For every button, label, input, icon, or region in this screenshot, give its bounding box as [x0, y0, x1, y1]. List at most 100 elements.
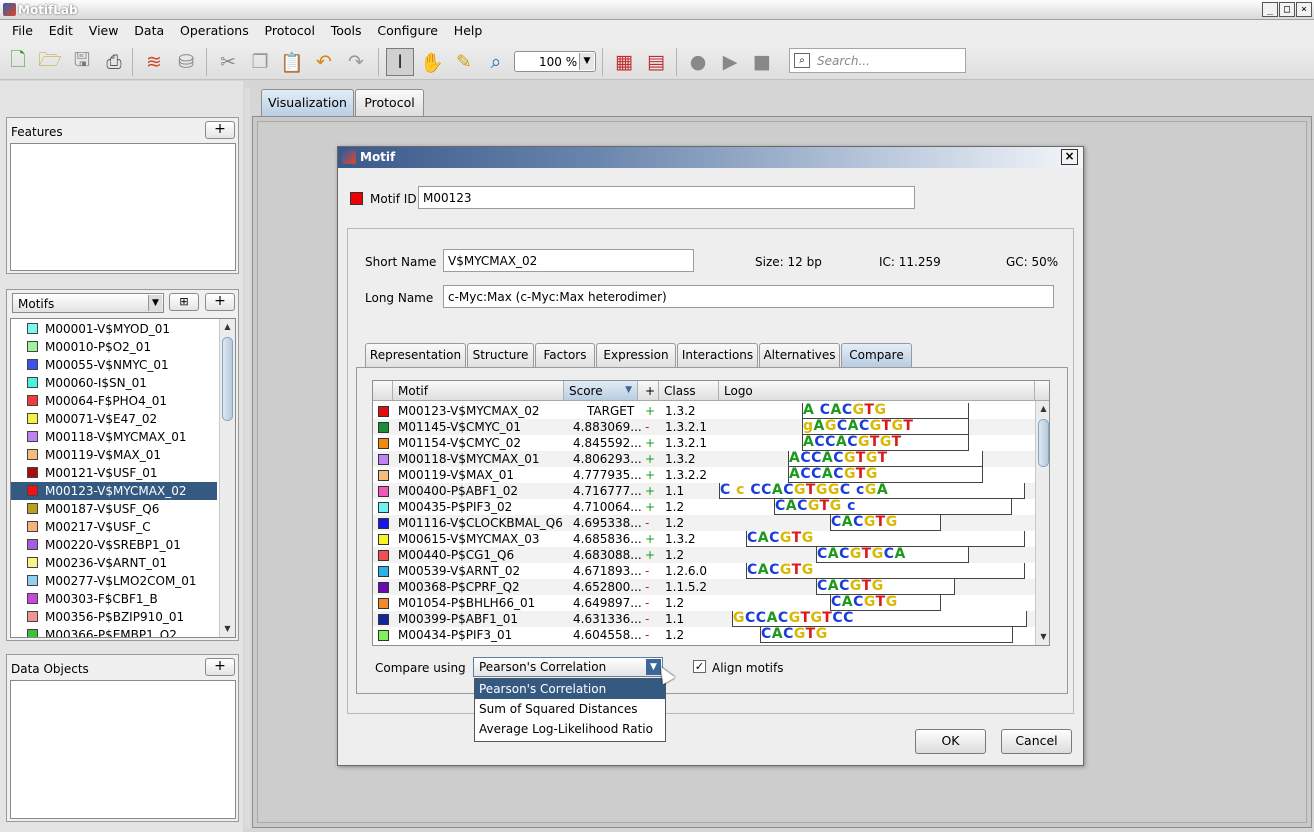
- visualization-settings-icon[interactable]: ▦: [610, 48, 638, 76]
- motif-list-item[interactable]: M00010-P$O2_01: [11, 338, 217, 356]
- motif-list-item[interactable]: M00119-V$MAX_01: [11, 446, 217, 464]
- motif-list-item[interactable]: M00123-V$MYCMAX_02: [11, 482, 217, 500]
- cut-icon[interactable]: ✂: [214, 48, 242, 76]
- pencil-tool-icon[interactable]: ✎: [450, 48, 478, 76]
- open-folder-icon[interactable]: 🗁: [36, 48, 64, 76]
- dna-icon[interactable]: ≋: [140, 48, 168, 76]
- minimize-button[interactable]: _: [1262, 2, 1278, 17]
- motifs-combo[interactable]: Motifs ▼: [12, 293, 164, 313]
- splitter[interactable]: [244, 88, 250, 828]
- option-sum-of-squared-distances[interactable]: Sum of Squared Distances: [475, 699, 665, 719]
- scroll-thumb[interactable]: [222, 337, 233, 421]
- chevron-down-icon[interactable]: ▼: [579, 53, 594, 70]
- data-objects-list[interactable]: [10, 680, 236, 819]
- add-data-object-button[interactable]: +: [205, 658, 235, 676]
- play-icon[interactable]: ▶: [716, 48, 744, 76]
- scroll-up-icon[interactable]: ▲: [1037, 402, 1049, 416]
- menu-help[interactable]: Help: [448, 20, 489, 42]
- motif-id-field[interactable]: M00123: [418, 186, 915, 209]
- table-row[interactable]: M01154-V$CMYC_02 4.845592... +1.3.2.1 ACCAC…: [373, 435, 1035, 451]
- motif-list-item[interactable]: M00220-V$SREBP1_01: [11, 536, 217, 554]
- print-icon[interactable]: ⎙: [100, 48, 128, 76]
- hand-tool-icon[interactable]: ✋: [418, 48, 446, 76]
- maximize-button[interactable]: □: [1279, 2, 1295, 17]
- motif-list-item[interactable]: M00303-F$CBF1_B: [11, 590, 217, 608]
- save-all-icon[interactable]: 🖫: [68, 48, 96, 76]
- copy-icon[interactable]: ❐: [246, 48, 274, 76]
- add-feature-button[interactable]: +: [205, 121, 235, 139]
- scroll-up-icon[interactable]: ▲: [221, 320, 234, 334]
- motif-list-item[interactable]: M00060-I$SN_01: [11, 374, 217, 392]
- undo-icon[interactable]: ↶: [310, 48, 338, 76]
- table-scrollbar[interactable]: ▲ ▼: [1035, 401, 1049, 645]
- tab-structure[interactable]: Structure: [467, 343, 534, 367]
- scroll-thumb[interactable]: [1038, 419, 1049, 467]
- motif-list-item[interactable]: M00055-V$NMYC_01: [11, 356, 217, 374]
- motif-list-item[interactable]: M00217-V$USF_C: [11, 518, 217, 536]
- add-motif-button[interactable]: +: [205, 293, 235, 311]
- score-column-header[interactable]: Score ▼: [564, 381, 638, 401]
- motif-list-item[interactable]: M00187-V$USF_Q6: [11, 500, 217, 518]
- motif-column-header[interactable]: Motif: [393, 381, 564, 401]
- zoom-select[interactable]: 100 % ▼: [514, 51, 596, 72]
- motif-list-scrollbar[interactable]: ▲ ▼: [219, 319, 235, 637]
- table-row[interactable]: M00440-P$CG1_Q6 4.683088... +1.2 CACGTGCA: [373, 547, 1035, 563]
- class-column-header[interactable]: Class: [659, 381, 719, 401]
- database-icon[interactable]: ⛁: [172, 48, 200, 76]
- new-icon[interactable]: 🗋: [4, 48, 32, 76]
- table-row[interactable]: M00119-V$MAX_01 4.777935... +1.3.2.2 ACCAC…: [373, 467, 1035, 483]
- motif-list-item[interactable]: M00071-V$E47_02: [11, 410, 217, 428]
- scroll-down-icon[interactable]: ▼: [221, 622, 234, 636]
- table-row[interactable]: M01145-V$CMYC_01 4.883069... - 1.3.2.1 gAGCA…: [373, 419, 1035, 435]
- table-row[interactable]: M01116-V$CLOCKBMAL_Q6 4.695338... - 1.2 CACG…: [373, 515, 1035, 531]
- motif-list-item[interactable]: M00118-V$MYCMAX_01: [11, 428, 217, 446]
- scroll-down-icon[interactable]: ▼: [1037, 630, 1049, 644]
- motif-list[interactable]: M00001-V$MYOD_01 M00010-P$O2_01 M00055-V$N…: [10, 318, 236, 638]
- compare-using-combo[interactable]: Pearson's Correlation ▼: [473, 657, 663, 677]
- tab-protocol[interactable]: Protocol: [355, 89, 424, 117]
- redo-icon[interactable]: ↷: [342, 48, 370, 76]
- menu-configure[interactable]: Configure: [371, 20, 444, 42]
- table-row[interactable]: M00435-P$PIF3_02 4.710064... +1.2 CACGTG c: [373, 499, 1035, 515]
- motif-list-item[interactable]: M00121-V$USF_01: [11, 464, 217, 482]
- tab-compare[interactable]: Compare: [841, 343, 912, 368]
- menu-data[interactable]: Data: [128, 20, 170, 42]
- motif-list-item[interactable]: M00001-V$MYOD_01: [11, 320, 217, 338]
- table-row[interactable]: M00400-P$ABF1_02 4.716777... +1.1 C c CCAC…: [373, 483, 1035, 499]
- tab-alternatives[interactable]: Alternatives: [759, 343, 840, 367]
- color-column-header[interactable]: [373, 381, 393, 401]
- option-pearsons-correlation[interactable]: Pearson's Correlation: [475, 679, 665, 699]
- tab-expression[interactable]: Expression: [596, 343, 676, 367]
- tree-view-icon[interactable]: ⊞: [169, 293, 199, 311]
- table-row[interactable]: M01054-P$BHLH66_01 4.649897... - 1.2 CACGTG: [373, 595, 1035, 611]
- long-name-field[interactable]: c-Myc:Max (c-Myc:Max heterodimer): [443, 285, 1054, 308]
- chevron-down-icon[interactable]: ▼: [148, 295, 162, 311]
- tab-representation[interactable]: Representation: [365, 343, 466, 367]
- table-row[interactable]: M00399-P$ABF1_01 4.631336... - 1.1 GCCACGTG…: [373, 611, 1035, 627]
- text-cursor-tool-icon[interactable]: I: [386, 48, 414, 76]
- menu-view[interactable]: View: [83, 20, 125, 42]
- menu-file[interactable]: File: [6, 20, 39, 42]
- tab-visualization[interactable]: Visualization: [261, 89, 354, 117]
- motif-list-item[interactable]: M00366-P$EMBP1_Q2: [11, 626, 217, 637]
- table-row[interactable]: M00539-V$ARNT_02 4.671893... - 1.2.6.0 CACG…: [373, 563, 1035, 579]
- stop-icon[interactable]: ■: [748, 48, 776, 76]
- record-icon[interactable]: ●: [684, 48, 712, 76]
- table-row[interactable]: M00368-P$CPRF_Q2 4.652800... - 1.1.5.2 CACG…: [373, 579, 1035, 595]
- motif-list-item[interactable]: M00277-V$LMO2COM_01: [11, 572, 217, 590]
- logo-column-header[interactable]: Logo: [719, 381, 1035, 401]
- motif-list-item[interactable]: M00064-F$PHO4_01: [11, 392, 217, 410]
- motif-list-item[interactable]: M00236-V$ARNT_01: [11, 554, 217, 572]
- close-window-button[interactable]: ×: [1296, 2, 1312, 17]
- motif-list-item[interactable]: M00356-P$BZIP910_01: [11, 608, 217, 626]
- strand-column-header[interactable]: +: [638, 381, 659, 401]
- paste-icon[interactable]: 📋: [278, 48, 306, 76]
- tab-factors[interactable]: Factors: [535, 343, 595, 367]
- option-average-log-likelihood-ratio[interactable]: Average Log-Likelihood Ratio: [475, 719, 665, 739]
- menu-edit[interactable]: Edit: [43, 20, 79, 42]
- table-row[interactable]: M00434-P$PIF3_01 4.604558... - 1.2 CACGTG: [373, 627, 1035, 643]
- table-row[interactable]: M00123-V$MYCMAX_02 TARGET +1.3.2 A CACGTG: [373, 403, 1035, 419]
- ok-button[interactable]: OK: [915, 729, 986, 754]
- menu-operations[interactable]: Operations: [174, 20, 255, 42]
- align-motifs-checkbox[interactable]: ✓: [693, 660, 706, 673]
